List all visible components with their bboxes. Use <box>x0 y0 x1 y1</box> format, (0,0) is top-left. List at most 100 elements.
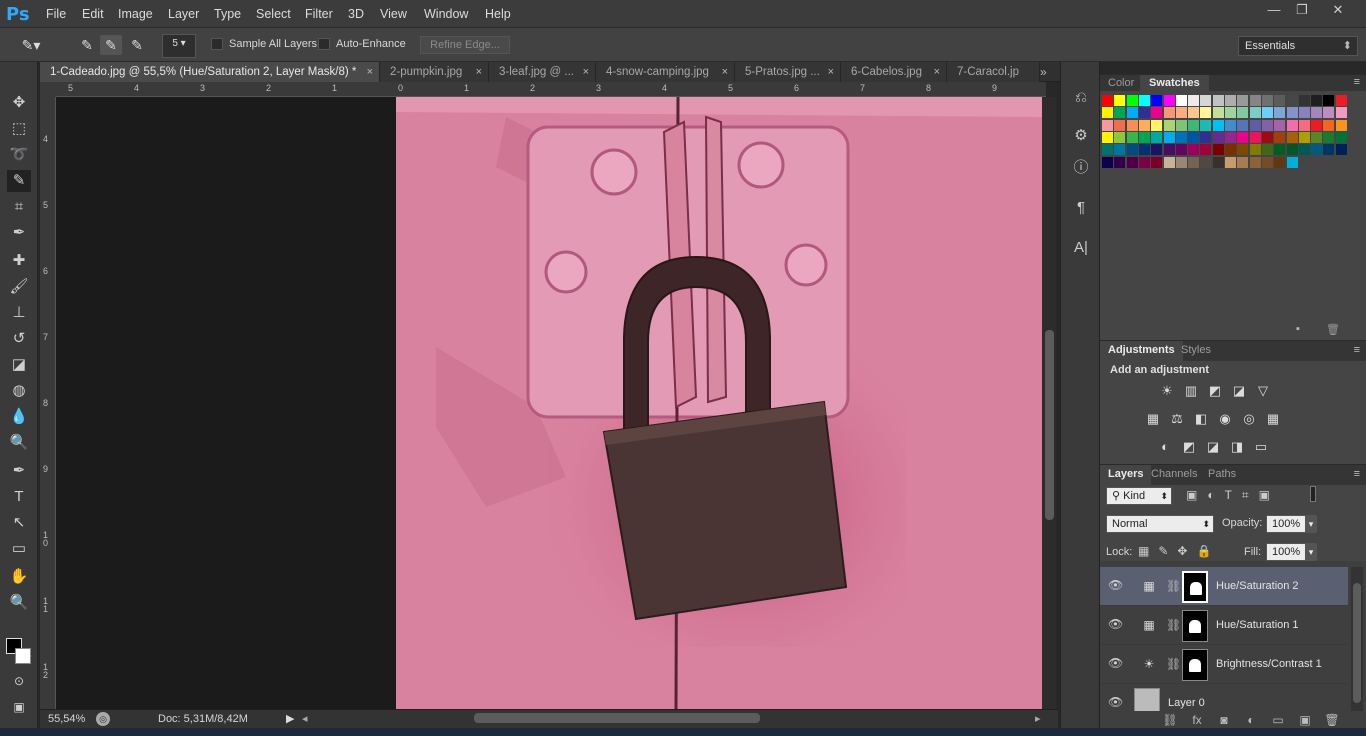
visibility-eye-icon[interactable]: 👁 <box>1108 656 1123 670</box>
panel-menu-icon[interactable]: ≡ <box>1354 468 1360 480</box>
color-swatch[interactable] <box>1237 156 1249 168</box>
color-swatch[interactable] <box>1175 131 1187 143</box>
new-swatch-icon[interactable]: ▪ <box>1296 323 1300 335</box>
color-swatch[interactable] <box>1163 95 1175 106</box>
color-swatch[interactable] <box>1249 107 1261 119</box>
color-swatch[interactable] <box>1335 119 1347 131</box>
layer-name[interactable]: Layer 0 <box>1168 697 1205 709</box>
color-swatch[interactable] <box>1323 131 1335 143</box>
tab-document-1[interactable]: 1-Cadeado.jpg @ 55,5% (Hue/Saturation 2,… <box>40 62 380 82</box>
color-swatch[interactable] <box>1286 119 1298 131</box>
tab-styles[interactable]: Styles <box>1181 344 1211 356</box>
color-swatch[interactable] <box>1200 131 1212 143</box>
color-swatch[interactable] <box>1335 131 1347 143</box>
type-tool-icon[interactable]: T <box>7 486 31 508</box>
exposure-icon[interactable]: ◪ <box>1230 383 1248 399</box>
color-swatch[interactable] <box>1212 119 1224 131</box>
eyedropper-tool-icon[interactable]: ✒ <box>7 222 31 244</box>
panel-menu-icon[interactable]: ≡ <box>1354 344 1360 356</box>
screen-mode-icon[interactable]: ▣ <box>7 696 31 718</box>
color-swatch[interactable] <box>1212 156 1224 168</box>
color-swatch[interactable] <box>1175 156 1187 168</box>
lock-icons[interactable]: ▦✎✥🔒 <box>1138 544 1220 558</box>
color-swatch[interactable] <box>1311 144 1323 156</box>
color-swatch[interactable] <box>1274 95 1286 106</box>
scroll-left-arrow-icon[interactable]: ◂ <box>302 712 308 725</box>
color-swatch[interactable] <box>1274 144 1286 156</box>
color-swatch[interactable] <box>1335 144 1347 156</box>
color-swatch[interactable] <box>1261 107 1273 119</box>
black-white-icon[interactable]: ◧ <box>1192 411 1210 427</box>
color-swatch[interactable] <box>1225 156 1236 168</box>
color-swatch[interactable] <box>1175 119 1187 131</box>
scroll-right-arrow-icon[interactable]: ▸ <box>1035 712 1041 725</box>
adjustment-icon[interactable]: ◐ <box>1241 713 1261 729</box>
color-swatch[interactable] <box>1323 119 1335 131</box>
color-swatch[interactable] <box>1323 144 1335 156</box>
color-swatch[interactable] <box>1151 119 1163 131</box>
hand-tool-icon[interactable]: ✋ <box>7 566 31 588</box>
filter-toggle[interactable] <box>1310 486 1316 502</box>
tab-document-6[interactable]: 6-Cabelos.jpg × <box>841 62 947 82</box>
delete-swatch-icon[interactable]: 🗑 <box>1326 323 1340 336</box>
color-swatch[interactable] <box>1163 107 1175 119</box>
canvas-area[interactable] <box>56 97 1046 709</box>
color-swatch[interactable] <box>1237 131 1249 143</box>
color-swatch[interactable] <box>1261 131 1273 143</box>
color-swatch[interactable] <box>1188 95 1200 106</box>
move-tool-icon[interactable]: ✥ <box>7 92 31 114</box>
menu-help[interactable]: Help <box>485 7 511 21</box>
color-swatch[interactable] <box>1225 144 1236 156</box>
document-image[interactable] <box>396 97 1042 709</box>
menu-window[interactable]: Window <box>424 7 468 21</box>
mask-icon[interactable]: ◙ <box>1214 713 1234 729</box>
lasso-tool-icon[interactable]: ➰ <box>7 144 31 166</box>
layer-mask-thumbnail[interactable] <box>1182 649 1208 681</box>
layer-mask-thumbnail[interactable] <box>1182 610 1208 642</box>
color-swatch[interactable] <box>1323 107 1335 119</box>
color-swatch[interactable] <box>1237 119 1249 131</box>
color-swatch[interactable] <box>1114 156 1126 168</box>
color-swatch[interactable] <box>1114 95 1126 106</box>
paragraph-icon[interactable]: ¶ <box>1071 198 1091 218</box>
color-swatch[interactable] <box>1138 107 1150 119</box>
color-swatch[interactable] <box>1225 119 1236 131</box>
tab-document-2[interactable]: 2-pumpkin.jpg × <box>380 62 489 82</box>
color-swatch[interactable] <box>1298 144 1310 156</box>
color-swatch[interactable] <box>1175 95 1187 106</box>
quick-selection-preset-icon[interactable]: ✎▾ <box>20 35 42 55</box>
color-swatch[interactable] <box>1188 119 1200 131</box>
color-swatch[interactable] <box>1249 119 1261 131</box>
hue-saturation-icon[interactable]: ▦ <box>1144 411 1162 427</box>
color-swatch[interactable] <box>1188 156 1200 168</box>
shape-tool-icon[interactable]: ▭ <box>7 538 31 560</box>
workspace-select[interactable]: Essentials ⬍ <box>1238 36 1358 56</box>
color-swatch[interactable] <box>1261 95 1273 106</box>
menu-layer[interactable]: Layer <box>168 7 199 21</box>
color-swatch[interactable] <box>1200 144 1212 156</box>
color-swatch[interactable] <box>1102 131 1113 143</box>
sample-all-layers-checkbox[interactable] <box>211 38 223 50</box>
link-icon[interactable]: ⛓ <box>1166 579 1181 593</box>
layer-row[interactable]: 👁 ▦ ⛓ Hue/Saturation 1 <box>1100 606 1348 645</box>
color-swatch[interactable] <box>1151 95 1163 106</box>
brush-tool-icon[interactable]: 🖌 <box>7 276 31 298</box>
color-swatch[interactable] <box>1126 119 1138 131</box>
link-icon[interactable]: ⛓ <box>1160 713 1180 729</box>
color-swatch[interactable] <box>1335 107 1347 119</box>
color-swatch[interactable] <box>1151 107 1163 119</box>
channel-mixer-icon[interactable]: ◎ <box>1240 411 1258 427</box>
color-swatch[interactable] <box>1286 144 1298 156</box>
color-swatch[interactable] <box>1188 107 1200 119</box>
quick-selection-tool-icon[interactable]: ✎ <box>7 170 31 192</box>
color-swatch[interactable] <box>1102 107 1113 119</box>
color-swatch[interactable] <box>1200 156 1212 168</box>
color-swatch[interactable] <box>1138 131 1150 143</box>
path-selection-tool-icon[interactable]: ↖ <box>7 512 31 534</box>
close-icon[interactable]: × <box>722 62 728 82</box>
close-icon[interactable]: × <box>476 62 482 82</box>
color-swatch[interactable] <box>1114 119 1126 131</box>
layer-row[interactable]: 👁 Layer 0 <box>1100 684 1348 711</box>
trash-icon[interactable]: 🗑 <box>1322 713 1342 729</box>
color-swatch[interactable] <box>1114 131 1126 143</box>
